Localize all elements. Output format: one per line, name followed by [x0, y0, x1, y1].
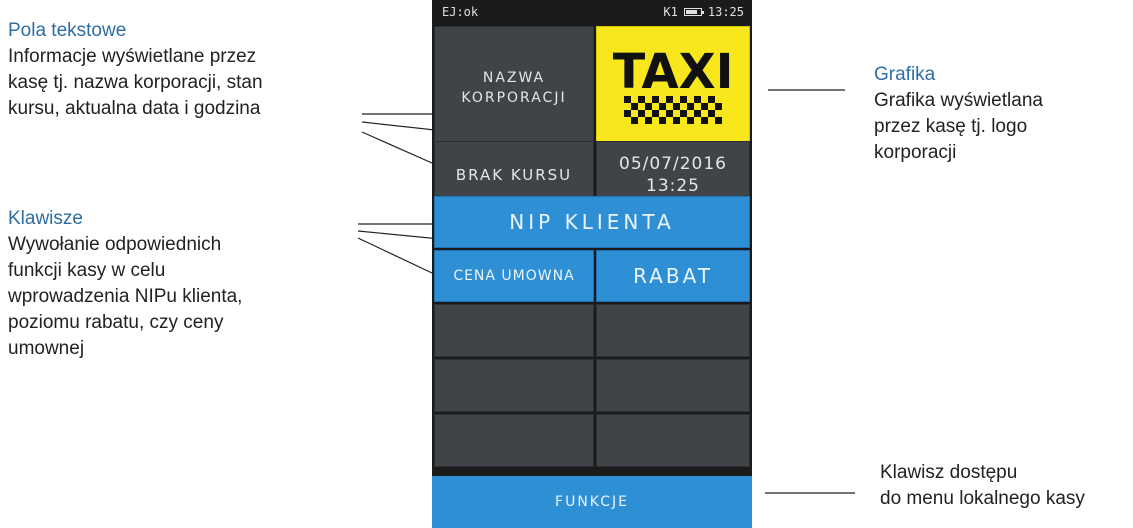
checker-square — [666, 96, 673, 103]
contract-price-button[interactable]: CENA UMOWNA — [434, 250, 594, 302]
status-right: K1 13:25 — [663, 5, 744, 19]
checker-square — [659, 103, 666, 110]
taxi-logo: TAXI — [613, 44, 733, 124]
journal-status: EJ:ok — [442, 5, 479, 19]
empty-key[interactable] — [434, 304, 594, 357]
empty-key[interactable] — [596, 304, 750, 357]
checker-square — [638, 110, 645, 117]
checker-square — [687, 103, 694, 110]
empty-key[interactable] — [596, 359, 750, 412]
company-name-field: NAZWA KORPORACJI — [434, 26, 594, 150]
cash-register-screen: EJ:ok K1 13:25 NAZWA KORPORACJI TAXI BRA… — [432, 0, 752, 528]
checker-square — [694, 110, 701, 117]
checker-square — [624, 110, 631, 117]
checker-square — [715, 117, 722, 124]
empty-key[interactable] — [434, 359, 594, 412]
leader-line — [361, 131, 433, 164]
company-name-line: KORPORACJI — [461, 90, 567, 106]
empty-key[interactable] — [596, 414, 750, 467]
checker-square — [687, 117, 694, 124]
checker-square — [652, 110, 659, 117]
checker-square — [624, 96, 631, 103]
checker-square — [708, 110, 715, 117]
checker-square — [659, 117, 666, 124]
empty-key[interactable] — [434, 414, 594, 467]
checker-square — [631, 103, 638, 110]
checker-square — [673, 103, 680, 110]
time-value: 13:25 — [646, 176, 700, 196]
checker-square — [652, 96, 659, 103]
status-bar: EJ:ok K1 13:25 — [432, 0, 752, 24]
checker-square — [680, 110, 687, 117]
checker-square — [701, 117, 708, 124]
checker-square — [631, 117, 638, 124]
leader-line — [357, 237, 433, 274]
company-name-line: NAZWA — [482, 70, 546, 86]
discount-button[interactable]: RABAT — [596, 250, 750, 302]
nip-client-button[interactable]: NIP KLIENTA — [434, 196, 750, 248]
checker-square — [680, 96, 687, 103]
checker-square — [673, 117, 680, 124]
status-time: 13:25 — [707, 5, 744, 19]
checker-square — [666, 110, 673, 117]
checker-square — [701, 103, 708, 110]
company-logo: TAXI — [596, 26, 750, 150]
checker-square — [715, 103, 722, 110]
checker-square — [645, 103, 652, 110]
battery-icon — [683, 8, 704, 16]
logo-text: TAXI — [613, 44, 733, 100]
date-value: 05/07/2016 — [619, 154, 727, 174]
checker-square — [645, 117, 652, 124]
functions-button[interactable]: FUNKCJE — [432, 476, 752, 528]
checker-square — [708, 96, 715, 103]
register-id: K1 — [663, 5, 678, 19]
checker-square — [694, 96, 701, 103]
checker-square — [638, 96, 645, 103]
checkerboard-pattern — [624, 96, 722, 124]
